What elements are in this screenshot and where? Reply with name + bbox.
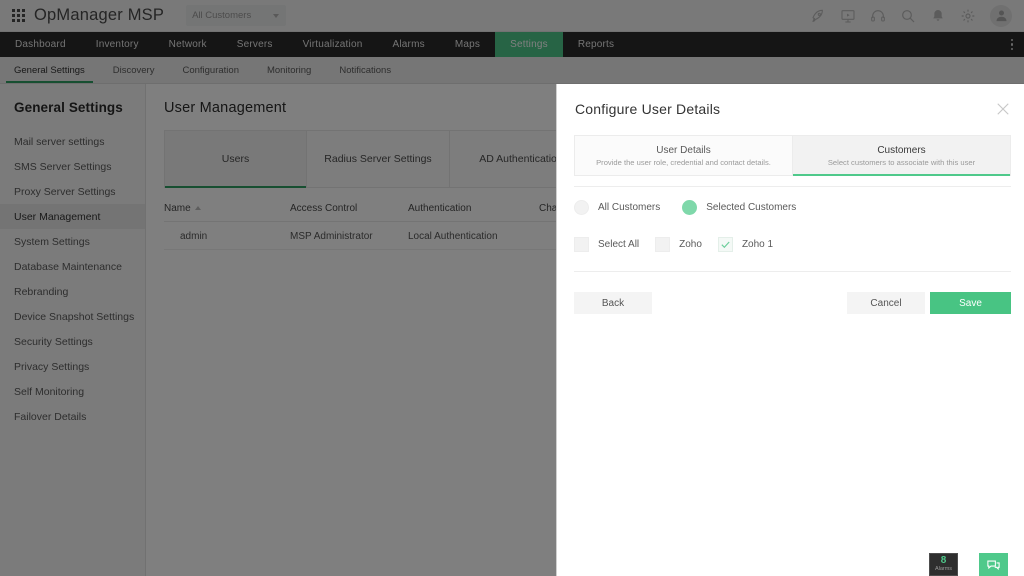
app-root: OpManager MSP All Customers	[0, 0, 1024, 576]
checkbox-select-all[interactable]	[574, 237, 589, 252]
modal-title: Configure User Details	[557, 84, 1024, 117]
modal-divider-top	[574, 186, 1011, 187]
alarms-label: Alarms	[935, 566, 952, 574]
alarms-badge[interactable]: 8 Alarms	[929, 553, 958, 576]
modal-tab-customers-subtitle: Select customers to associate with this …	[828, 158, 975, 167]
checkbox-zoho-1-label: Zoho 1	[742, 239, 773, 250]
customer-checkbox-group: Select All Zoho Zoho 1	[574, 237, 789, 252]
check-icon	[720, 239, 731, 250]
customer-scope-radio-group: All Customers Selected Customers	[574, 200, 818, 215]
alarms-count: 8	[941, 556, 947, 566]
radio-all-customers-label: All Customers	[598, 202, 660, 213]
checkbox-zoho[interactable]	[655, 237, 670, 252]
modal-tab-user-details-title: User Details	[656, 145, 710, 156]
modal-divider-bottom	[574, 271, 1011, 272]
modal-tab-user-details-subtitle: Provide the user role, credential and co…	[596, 158, 771, 167]
close-icon[interactable]	[994, 100, 1012, 118]
checkbox-select-all-label: Select All	[598, 239, 639, 250]
modal-tabs: User Details Provide the user role, cred…	[574, 135, 1011, 176]
modal-tab-customers[interactable]: Customers Select customers to associate …	[793, 135, 1011, 176]
save-button[interactable]: Save	[930, 292, 1011, 314]
radio-all-customers[interactable]	[574, 200, 589, 215]
back-button[interactable]: Back	[574, 292, 652, 314]
checkbox-zoho-label: Zoho	[679, 239, 702, 250]
cancel-button[interactable]: Cancel	[847, 292, 925, 314]
radio-selected-customers-label: Selected Customers	[706, 202, 796, 213]
chat-bubble-icon[interactable]	[979, 553, 1008, 576]
radio-selected-customers[interactable]	[682, 200, 697, 215]
modal-tab-customers-title: Customers	[877, 145, 925, 156]
modal-tab-user-details[interactable]: User Details Provide the user role, cred…	[574, 135, 793, 176]
configure-user-details-modal: Configure User Details User Details Prov…	[556, 84, 1024, 576]
checkbox-zoho-1[interactable]	[718, 237, 733, 252]
